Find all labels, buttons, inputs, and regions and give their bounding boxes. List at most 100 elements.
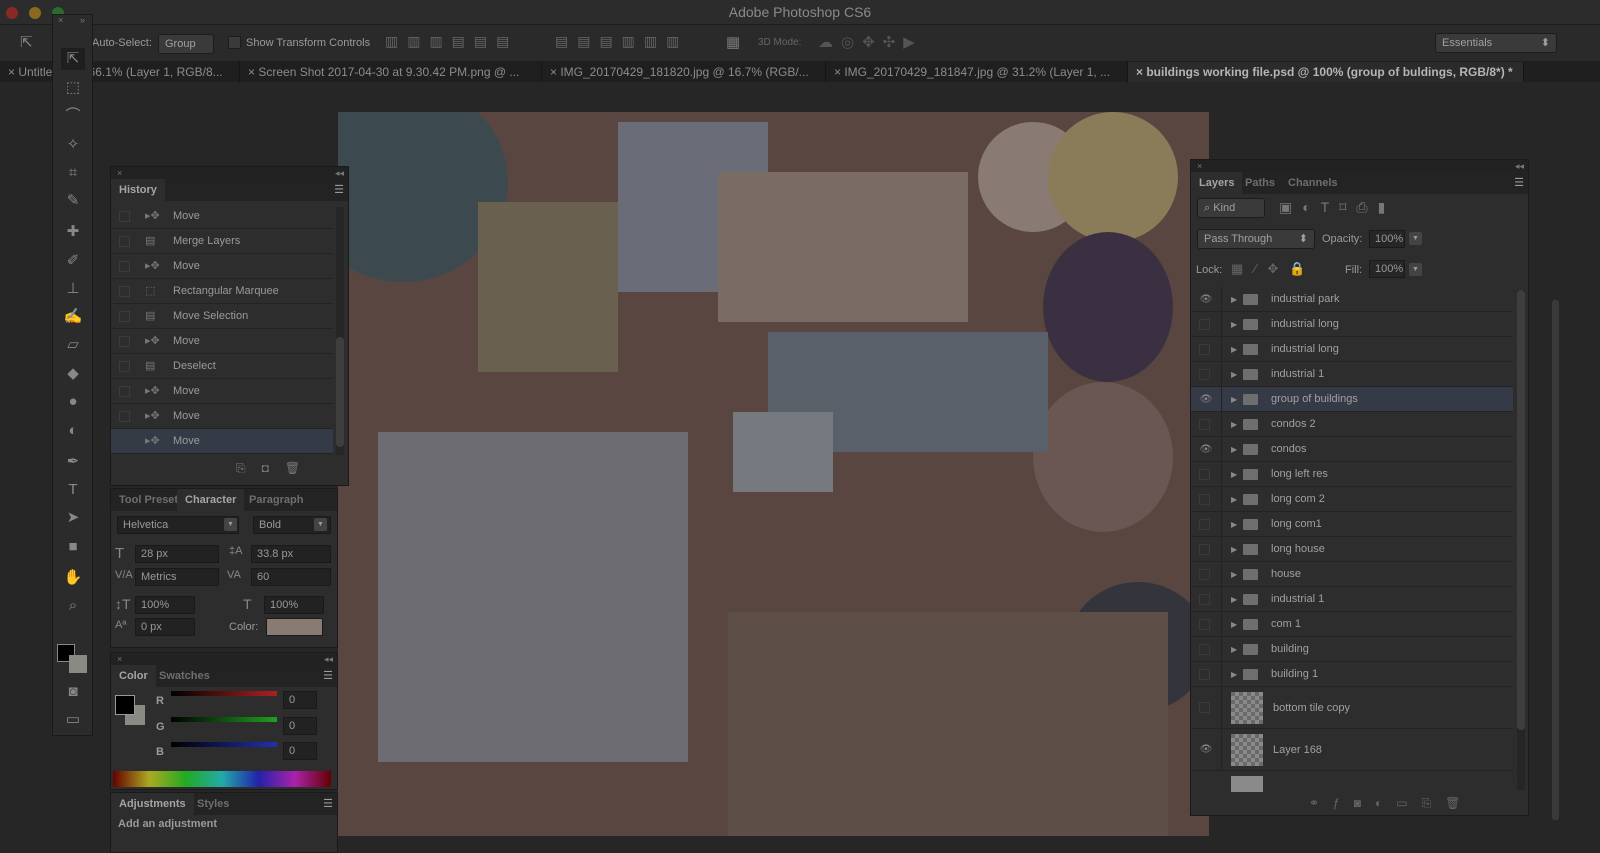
paint-bucket-tool[interactable]: ◆ [61, 363, 85, 385]
vertical-scale-field[interactable]: 100% [135, 596, 195, 614]
stamp-tool[interactable]: ⊥ [61, 278, 85, 300]
fill-dropdown[interactable]: ▼ [1409, 263, 1422, 276]
blend-mode-dropdown[interactable]: Pass Through ⬍ [1197, 229, 1315, 249]
workspace-dropdown[interactable]: Essentials ⬍ [1435, 33, 1557, 53]
snapshot-source-checkbox[interactable] [119, 211, 130, 222]
quick-mask-icon[interactable]: ◙ [61, 681, 85, 703]
history-item[interactable]: ▸✥ Move [111, 254, 333, 279]
text-color-swatch[interactable] [266, 618, 323, 636]
tab-channels[interactable]: Channels [1280, 172, 1346, 194]
visibility-toggle[interactable] [1199, 702, 1210, 713]
history-item[interactable]: ▸✥ Move [111, 204, 333, 229]
expand-arrow-icon[interactable]: ▶ [1231, 662, 1237, 687]
tab-paths[interactable]: Paths [1237, 172, 1283, 194]
visibility-toggle[interactable] [1199, 318, 1210, 330]
layer-row[interactable]: ▶ industrial 1 [1191, 362, 1513, 387]
layer-row[interactable]: bottom tile copy [1191, 687, 1513, 729]
snapshot-source-checkbox[interactable] [119, 411, 130, 422]
blue-value-field[interactable]: 0 [283, 742, 317, 760]
tab-tool-preset[interactable]: Tool Preset [111, 489, 186, 511]
background-color-swatch[interactable] [69, 655, 87, 673]
document-canvas[interactable] [338, 112, 1209, 836]
layer-row[interactable]: ▶ industrial long [1191, 337, 1513, 362]
red-slider[interactable] [171, 691, 277, 696]
expand-arrow-icon[interactable]: ▶ [1231, 462, 1237, 487]
eye-icon[interactable]: 👁 [1197, 387, 1215, 412]
filter-kind-dropdown[interactable]: ⌕ Kind [1197, 198, 1265, 218]
expand-arrow-icon[interactable]: ▶ [1231, 337, 1237, 362]
foreground-color-swatch[interactable] [115, 695, 135, 715]
type-tool[interactable]: T [61, 479, 85, 501]
panel-menu-icon[interactable]: ☰ [323, 669, 333, 682]
history-footer-icons[interactable]: ⎘◘🗑 [236, 461, 316, 476]
path-selection-tool[interactable]: ➤ [61, 507, 85, 529]
snapshot-source-checkbox[interactable] [119, 286, 130, 297]
opacity-field[interactable]: 100% [1369, 230, 1405, 248]
tab-swatches[interactable]: Swatches [151, 665, 218, 687]
screen-mode-icon[interactable]: ▭ [61, 709, 85, 731]
font-size-field[interactable]: 28 px [135, 545, 219, 563]
visibility-toggle[interactable] [1199, 643, 1210, 655]
healing-tool[interactable]: ✚ [61, 221, 85, 243]
snapshot-source-checkbox[interactable] [119, 436, 130, 447]
history-item[interactable]: ▸✥ Move [111, 329, 333, 354]
tab-img-181847[interactable]: × IMG_20170429_181847.jpg @ 31.2% (Layer… [826, 62, 1128, 82]
tab-history[interactable]: History [111, 179, 165, 201]
collapse-icon[interactable]: ◂◂ [324, 653, 337, 665]
snapshot-source-checkbox[interactable] [119, 336, 130, 347]
history-item[interactable]: ▸✥ Move [111, 379, 333, 404]
history-item[interactable]: ⬚ Rectangular Marquee [111, 279, 333, 304]
layer-row[interactable]: ▶ long house [1191, 537, 1513, 562]
layers-scrollbar[interactable] [1517, 290, 1525, 790]
layer-row[interactable]: ▶ long com1 [1191, 512, 1513, 537]
tab-styles[interactable]: Styles [189, 793, 237, 815]
snapshot-source-checkbox[interactable] [119, 261, 130, 272]
expand-arrow-icon[interactable]: ▶ [1231, 612, 1237, 637]
layer-row[interactable]: 👁 Layer 168 [1191, 729, 1513, 771]
tab-screenshot[interactable]: × Screen Shot 2017-04-30 at 9.30.42 PM.p… [240, 62, 542, 82]
panel-menu-icon[interactable]: ☰ [334, 183, 344, 196]
opacity-dropdown[interactable]: ▼ [1409, 232, 1422, 245]
blue-slider[interactable] [171, 742, 277, 747]
expand-arrow-icon[interactable]: ▶ [1231, 312, 1237, 337]
layer-row[interactable]: ▶ long left res [1191, 462, 1513, 487]
horizontal-scale-field[interactable]: 100% [264, 596, 324, 614]
green-slider[interactable] [171, 717, 277, 722]
fill-field[interactable]: 100% [1369, 260, 1405, 278]
history-brush-tool[interactable]: ✍ [61, 306, 85, 328]
expand-arrow-icon[interactable]: ▶ [1231, 387, 1237, 412]
move-tool-icon[interactable]: ⇱ [20, 33, 33, 51]
eye-icon[interactable]: 👁 [1197, 437, 1215, 462]
layer-row[interactable]: ▶ long com 2 [1191, 487, 1513, 512]
layer-row[interactable]: ▶ condos 2 [1191, 412, 1513, 437]
tab-buildings-working-file[interactable]: × buildings working file.psd @ 100% (gro… [1128, 62, 1524, 82]
dodge-tool[interactable]: ◐ [61, 420, 85, 442]
baseline-shift-field[interactable]: 0 px [135, 618, 195, 636]
move-tool[interactable]: ⇱ [61, 48, 85, 70]
layer-row[interactable]: ▶ industrial 1 [1191, 587, 1513, 612]
history-item[interactable]: ▤ Merge Layers [111, 229, 333, 254]
close-icon[interactable]: × [117, 168, 122, 178]
layer-row[interactable]: ▶ industrial long [1191, 312, 1513, 337]
rectangle-tool[interactable]: ■ [61, 536, 85, 558]
layer-row[interactable] [1191, 771, 1513, 792]
eye-icon[interactable]: 👁 [1197, 729, 1215, 771]
layers-footer-icons[interactable]: ⚭ƒ◙◐▭⎘🗑 [1309, 796, 1474, 811]
visibility-toggle[interactable] [1199, 468, 1210, 480]
align-icons[interactable]: ▥▥▥▤▤▤ [385, 33, 518, 50]
close-icon[interactable]: × [1197, 161, 1202, 171]
visibility-toggle[interactable] [1199, 568, 1210, 580]
panel-menu-icon[interactable]: ☰ [323, 797, 333, 810]
auto-select-dropdown[interactable]: Group [158, 34, 214, 54]
distribute-icons[interactable]: ▤▤▤▥▥▥ [555, 33, 688, 50]
visibility-toggle[interactable] [1199, 518, 1210, 530]
layer-row[interactable]: ▶ building [1191, 637, 1513, 662]
layer-row[interactable]: 👁 ▶ industrial park [1191, 287, 1513, 312]
marquee-tool[interactable]: ⬚ [61, 77, 85, 99]
expand-arrow-icon[interactable]: ▶ [1231, 287, 1237, 312]
tab-img-181820[interactable]: × IMG_20170429_181820.jpg @ 16.7% (RGB/.… [542, 62, 826, 82]
close-icon[interactable]: × [117, 654, 122, 664]
snapshot-source-checkbox[interactable] [119, 311, 130, 322]
panel-menu-icon[interactable]: ☰ [1514, 176, 1524, 189]
visibility-toggle[interactable] [1199, 593, 1210, 605]
